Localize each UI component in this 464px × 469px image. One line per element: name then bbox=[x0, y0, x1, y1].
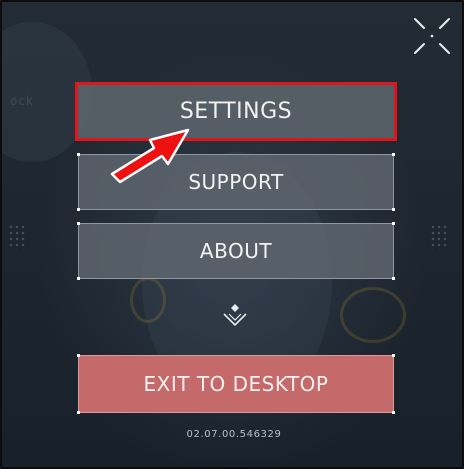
corner-marker bbox=[392, 411, 395, 414]
chevron-down-icon[interactable] bbox=[220, 302, 250, 330]
settings-button-label: SETTINGS bbox=[179, 99, 293, 124]
version-number: 02.07.00.546329 bbox=[186, 429, 282, 440]
corner-marker bbox=[392, 208, 395, 211]
main-menu-screen: ock SETTINGS SUPPORT ABOUT EXIT TO DESKT… bbox=[0, 0, 464, 469]
corner-marker bbox=[77, 208, 80, 211]
corner-marker bbox=[392, 354, 395, 357]
corner-marker bbox=[77, 277, 80, 280]
exit-button-label: EXIT TO DESKTOP bbox=[143, 372, 329, 396]
corner-marker bbox=[392, 277, 395, 280]
corner-marker bbox=[77, 222, 80, 225]
red-arrow-icon bbox=[110, 128, 190, 184]
corner-marker bbox=[77, 354, 80, 357]
corner-marker bbox=[392, 153, 395, 156]
about-button-label: ABOUT bbox=[199, 239, 273, 263]
background-dots bbox=[8, 224, 26, 250]
corner-marker bbox=[77, 153, 80, 156]
fullscreen-icon[interactable] bbox=[410, 14, 454, 58]
background-ring bbox=[340, 287, 406, 343]
background-text: ock bbox=[10, 94, 34, 108]
exit-to-desktop-button[interactable]: EXIT TO DESKTOP bbox=[77, 354, 395, 414]
corner-marker bbox=[392, 222, 395, 225]
corner-marker bbox=[77, 411, 80, 414]
support-button-label: SUPPORT bbox=[188, 170, 284, 194]
background-dots bbox=[430, 224, 448, 250]
about-button[interactable]: ABOUT bbox=[77, 222, 395, 280]
background-ring bbox=[130, 277, 166, 323]
